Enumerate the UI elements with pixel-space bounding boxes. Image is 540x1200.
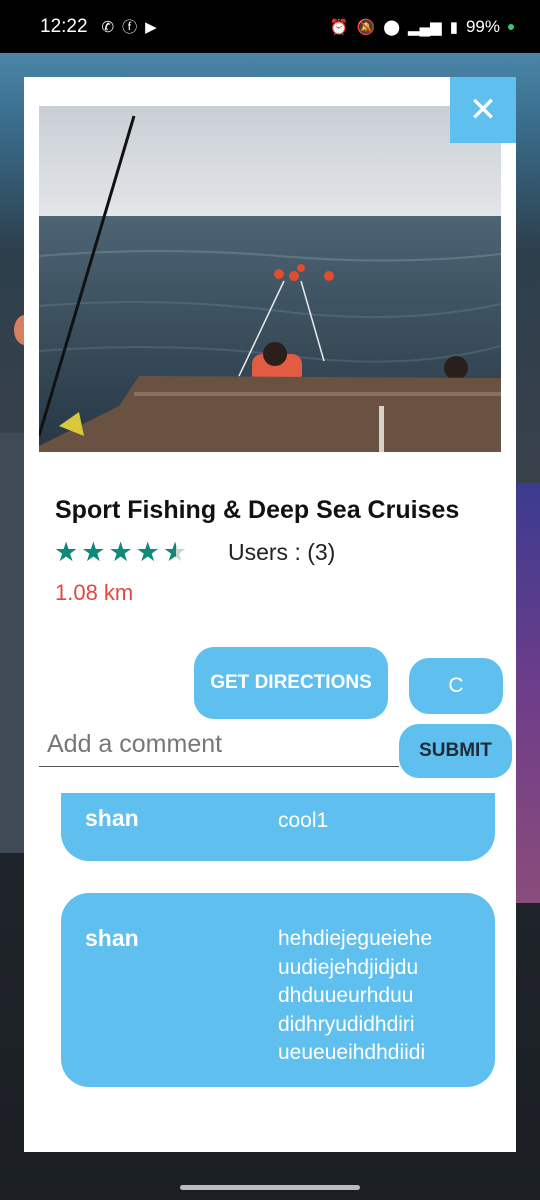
distance-label: 1.08 km: [55, 580, 134, 605]
close-icon: ✕: [468, 91, 498, 129]
star-icon: ★: [81, 537, 106, 567]
comment-item: shan cool1: [61, 793, 495, 861]
signal-icon: ▂▄▆: [408, 18, 442, 36]
mute-icon: 🔕: [356, 18, 376, 36]
c-button[interactable]: C: [409, 658, 503, 714]
rating-stars: ★ ★ ★ ★ ★: [54, 539, 187, 566]
users-count: Users : (3): [228, 539, 336, 565]
comment-input[interactable]: [39, 727, 399, 767]
place-photo: [39, 106, 501, 452]
battery-percent: 99%: [465, 16, 500, 36]
get-directions-button[interactable]: GET DIRECTIONS: [194, 647, 388, 719]
comment-item: shan hehdiejegueiehe uudiejehdjidjdu dhd…: [61, 893, 495, 1087]
half-star-icon: ★: [162, 537, 188, 567]
comment-user: shan: [85, 925, 139, 951]
youtube-icon: ▶: [145, 18, 157, 36]
comment-list[interactable]: shan cool1 shan hehdiejegueiehe uudiejeh…: [61, 793, 495, 1152]
comment-user: shan: [85, 805, 139, 831]
battery-icon: ▮: [449, 18, 458, 36]
close-button[interactable]: ✕: [450, 77, 516, 143]
alarm-icon: ⏰: [329, 18, 349, 36]
background-fabric: [512, 483, 540, 903]
comment-text: hehdiejegueiehe uudiejehdjidjdu dhduueur…: [278, 927, 433, 1064]
status-time: 12:22: [40, 15, 88, 37]
privacy-dot: [508, 23, 514, 30]
star-icon: ★: [108, 537, 133, 567]
whatsapp-icon: ✆: [101, 18, 115, 36]
comment-text: cool1: [278, 809, 329, 832]
submit-button[interactable]: SUBMIT: [399, 724, 512, 778]
star-icon: ★: [54, 537, 79, 567]
location-icon: ⬤: [383, 18, 400, 36]
facebook-icon: ⓕ: [122, 19, 138, 36]
gesture-nav-bar[interactable]: [180, 1185, 360, 1190]
status-bar: 12:22 ✆ ⓕ ▶ ⏰ 🔕 ⬤ ▂▄▆ ▮ 99%: [0, 0, 540, 53]
place-detail-dialog: ✕ Sport Fishing & Deep Sea Cruises ★ ★ ★…: [24, 77, 516, 1152]
star-icon: ★: [135, 537, 160, 567]
place-title: Sport Fishing & Deep Sea Cruises: [55, 496, 460, 524]
